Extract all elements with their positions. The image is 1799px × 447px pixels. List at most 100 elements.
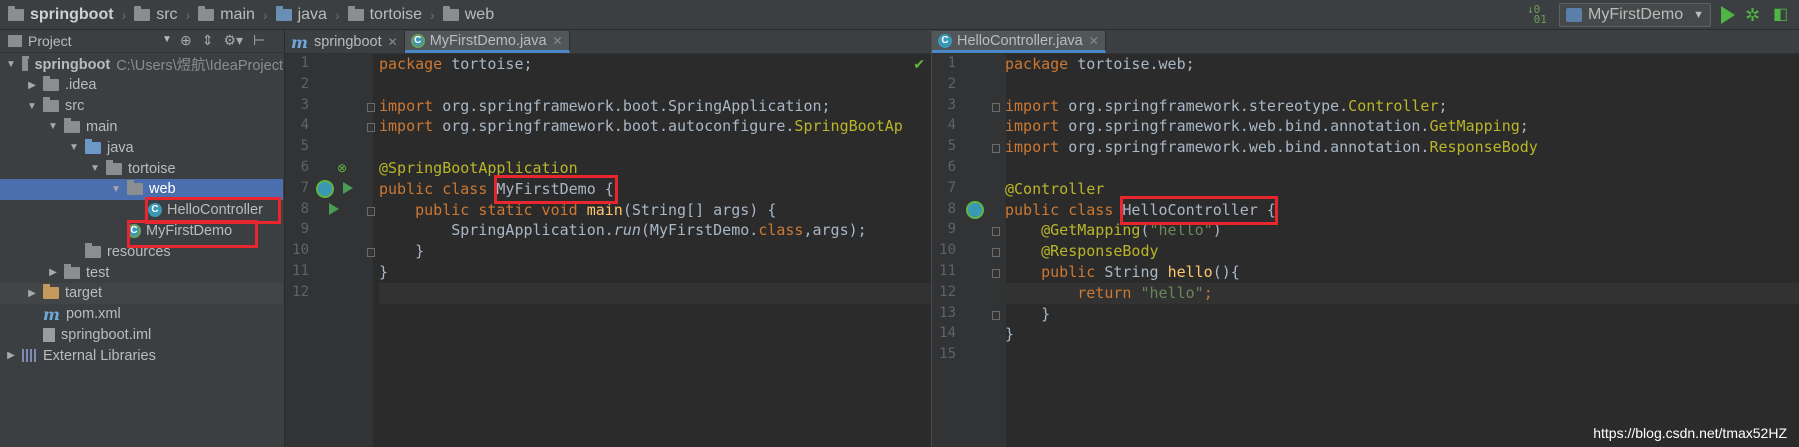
run-gutter-icon[interactable] xyxy=(329,203,339,215)
fold-marker-icon[interactable] xyxy=(367,206,375,216)
code-line[interactable]: @GetMapping("hello") xyxy=(1005,220,1222,241)
code-token: (MyFirstDemo. xyxy=(640,221,759,240)
code-line[interactable]: package tortoise; xyxy=(379,54,533,75)
tree-item-java[interactable]: ▼ java xyxy=(0,137,283,158)
close-icon[interactable]: ✕ xyxy=(1089,34,1099,48)
code-line[interactable]: public String hello(){ xyxy=(1005,262,1240,283)
close-icon[interactable]: ✕ xyxy=(553,34,563,48)
code-line[interactable]: } xyxy=(1005,324,1014,345)
tree-item-resources[interactable]: resources xyxy=(0,241,283,262)
breadcrumb-item[interactable]: main › xyxy=(190,0,268,30)
code-token: public static void xyxy=(415,200,587,219)
expand-arrow-down-icon[interactable]: ▼ xyxy=(27,101,37,112)
code-token: @GetMapping xyxy=(1041,221,1141,240)
run-configuration-select[interactable]: MyFirstDemo ▼ xyxy=(1559,3,1711,27)
debug-bug-icon[interactable]: ✲ xyxy=(1745,6,1763,24)
tree-item-pom-xml[interactable]: m pom.xml xyxy=(0,304,283,325)
editor-tab[interactable]: C MyFirstDemo.java ✕ xyxy=(404,31,570,53)
expand-arrow-down-icon[interactable]: ▼ xyxy=(48,121,58,132)
editor-tab[interactable]: m springboot ✕ xyxy=(285,31,405,53)
fold-marker-icon[interactable] xyxy=(992,102,1000,112)
code-line[interactable]: public static void main(String[] args) { xyxy=(379,200,776,221)
breadcrumb-item[interactable]: web xyxy=(435,0,494,30)
project-panel-title[interactable]: Project xyxy=(28,33,72,49)
hide-panel-icon[interactable]: ⊢ xyxy=(253,32,265,49)
run-gutter-icon[interactable] xyxy=(343,182,353,194)
code-line[interactable]: public class MyFirstDemo { xyxy=(379,179,614,200)
tree-item-main[interactable]: ▼ main xyxy=(0,116,283,137)
code-line[interactable]: public class HelloController { xyxy=(1005,200,1276,221)
run-button[interactable] xyxy=(1721,6,1735,24)
sort-icon[interactable]: ↓0 01 xyxy=(1527,4,1549,25)
fold-marker-icon[interactable] xyxy=(367,102,375,112)
code-line[interactable]: import org.springframework.stereotype.Co… xyxy=(1005,96,1448,117)
coverage-run-icon[interactable]: ◧ xyxy=(1773,6,1791,24)
folder-icon xyxy=(43,284,59,300)
expand-arrow-right-icon[interactable]: ▶ xyxy=(6,350,16,361)
watermark-url: https://blog.csdn.net/tmax52HZ xyxy=(1593,425,1787,441)
tree-item-label: pom.xml xyxy=(65,306,121,323)
code-token: tortoise.web; xyxy=(1068,55,1195,73)
tree-item-idea[interactable]: ▶ .idea xyxy=(0,75,283,96)
tree-item-target[interactable]: ▶ target xyxy=(0,282,283,304)
tree-item-springboot[interactable]: ▼ springboot C:\Users\煜航\IdeaProject xyxy=(0,54,283,75)
breadcrumb-item[interactable]: tortoise › xyxy=(340,0,435,30)
fold-marker-icon[interactable] xyxy=(992,227,1000,237)
tree-item-hellocontroller[interactable]: C HelloController xyxy=(0,200,283,221)
code-line[interactable]: import org.springframework.web.bind.anno… xyxy=(1005,137,1538,158)
spring-search-icon[interactable]: ⊗ xyxy=(337,161,347,175)
code-line[interactable]: SpringApplication.run(MyFirstDemo.class,… xyxy=(379,220,866,241)
code-line[interactable]: @ResponseBody xyxy=(1005,241,1158,262)
fold-marker-icon[interactable] xyxy=(992,144,1000,154)
collapse-all-icon[interactable]: ⇕ xyxy=(202,32,214,49)
tree-item-tortoise[interactable]: ▼ tortoise xyxy=(0,158,283,179)
code-token: package xyxy=(379,55,443,73)
editor-myfirstdemo: m springboot ✕ C MyFirstDemo.java ✕ 123456789… xyxy=(285,30,932,447)
code-line[interactable]: import org.springframework.boot.autoconf… xyxy=(379,116,903,137)
close-icon[interactable]: ✕ xyxy=(388,35,398,49)
tree-item-test[interactable]: ▶ test xyxy=(0,262,283,283)
folder-icon xyxy=(64,117,80,133)
chevron-down-icon[interactable]: ▼ xyxy=(162,34,172,45)
current-line-highlight xyxy=(379,282,931,304)
code-line[interactable]: import org.springframework.web.bind.anno… xyxy=(1005,116,1529,137)
tree-item-src[interactable]: ▼ src xyxy=(0,96,283,117)
expand-arrow-right-icon[interactable]: ▶ xyxy=(27,80,37,91)
expand-arrow-right-icon[interactable]: ▶ xyxy=(48,267,58,278)
code-line[interactable]: @SpringBootApplication xyxy=(379,158,578,179)
fold-marker-icon[interactable] xyxy=(367,248,375,258)
expand-arrow-down-icon[interactable]: ▼ xyxy=(111,184,121,195)
breadcrumb-label: web xyxy=(464,5,495,23)
code-line[interactable]: package tortoise.web; xyxy=(1005,54,1195,75)
spring-bean-icon[interactable] xyxy=(318,182,332,196)
code-token: { xyxy=(1257,200,1276,219)
expand-arrow-down-icon[interactable]: ▼ xyxy=(6,59,16,70)
tree-item-myfirstdemo[interactable]: C MyFirstDemo xyxy=(0,220,283,241)
breadcrumb-item[interactable]: src › xyxy=(126,0,190,30)
tree-item-external-libraries[interactable]: ▶ External Libraries xyxy=(0,345,283,366)
breadcrumb-item[interactable]: java › xyxy=(268,0,340,30)
expand-arrow-down-icon[interactable]: ▼ xyxy=(90,163,100,174)
fold-marker-icon[interactable] xyxy=(992,269,1000,278)
locate-icon[interactable]: ⊕ xyxy=(180,32,192,49)
editor-hellocontroller: C HelloController.java ✕ 1 2 3 4 5 6 7 8 9 10 11 12 13… xyxy=(932,30,1799,447)
fold-marker-icon[interactable] xyxy=(367,123,375,133)
editor-tab[interactable]: C HelloController.java ✕ xyxy=(932,31,1106,53)
code-line[interactable]: } xyxy=(379,241,424,262)
spring-bean-icon[interactable] xyxy=(968,203,982,217)
expand-arrow-right-icon[interactable]: ▶ xyxy=(27,288,37,299)
gear-icon[interactable]: ⚙▾ xyxy=(223,32,243,49)
code-line[interactable]: return "hello"; xyxy=(1005,283,1212,304)
fold-marker-icon[interactable] xyxy=(992,310,1000,320)
breadcrumb-item[interactable]: springboot › xyxy=(0,0,126,30)
tree-item-web[interactable]: ▼ web xyxy=(0,178,283,200)
folder-icon xyxy=(85,138,101,154)
tree-item-springboot-iml[interactable]: springboot.iml xyxy=(0,324,283,345)
expand-arrow-down-icon[interactable]: ▼ xyxy=(69,142,79,153)
code-line[interactable]: } xyxy=(379,262,388,283)
code-line[interactable]: } xyxy=(1005,304,1050,325)
code-line[interactable]: import org.springframework.boot.SpringAp… xyxy=(379,96,831,117)
fold-marker-icon[interactable] xyxy=(992,248,1000,258)
code-line[interactable]: @Controller xyxy=(1005,179,1104,200)
